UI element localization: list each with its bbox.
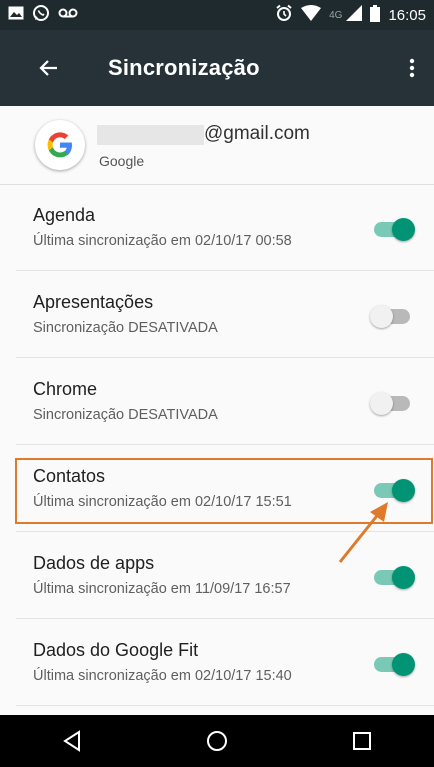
- sync-item-status: Última sincronização em 11/09/17 16:57: [33, 581, 291, 597]
- network-type: 4G: [329, 9, 343, 21]
- sync-item-apresentacoes[interactable]: Apresentações Sincronização DESATIVADA: [0, 272, 434, 358]
- sync-item-name: Chrome: [33, 379, 98, 399]
- sync-toggle[interactable]: [370, 392, 422, 416]
- voicemail-icon: [58, 6, 78, 24]
- battery-icon: [370, 4, 381, 26]
- arrow-back-icon: [39, 60, 57, 76]
- account-type: Google: [99, 153, 145, 169]
- alarm-icon: [275, 4, 293, 26]
- divider: [16, 357, 434, 358]
- navigation-bar: [0, 715, 434, 767]
- sync-toggle[interactable]: [370, 653, 422, 677]
- more-options-button[interactable]: [400, 48, 424, 88]
- redacted-username: [97, 125, 204, 145]
- nav-recents-button[interactable]: [342, 721, 382, 761]
- sync-item-agenda[interactable]: Agenda Última sincronização em 02/10/17 …: [0, 185, 434, 271]
- clock: 16:05: [388, 6, 426, 24]
- sync-toggle[interactable]: [370, 218, 422, 242]
- app-bar: Sincronização: [0, 30, 434, 106]
- signal-icon: [346, 5, 363, 25]
- sync-toggle[interactable]: [370, 305, 422, 329]
- whatsapp-icon: [32, 4, 50, 27]
- nav-home-button[interactable]: [197, 721, 237, 761]
- back-triangle-icon: [63, 730, 81, 752]
- status-bar: 4G 16:05: [0, 0, 434, 30]
- sync-item-name: Apresentações: [33, 292, 154, 312]
- account-email: @gmail.com: [204, 123, 310, 144]
- google-g-icon: [35, 120, 85, 170]
- sync-item-status: Última sincronização em 02/10/17 00:58: [33, 233, 292, 249]
- sync-item-status: Última sincronização em 02/10/17 15:40: [33, 668, 292, 684]
- wifi-icon: [301, 5, 322, 25]
- sync-item-name: Agenda: [33, 205, 96, 225]
- sync-item-chrome[interactable]: Chrome Sincronização DESATIVADA: [0, 359, 434, 445]
- page-title: Sincronização: [108, 55, 260, 80]
- sync-item-status: Sincronização DESATIVADA: [33, 320, 218, 336]
- account-info: @gmail.com Google: [97, 115, 397, 175]
- home-circle-icon: [206, 731, 227, 751]
- divider: [16, 270, 434, 271]
- image-icon: [8, 6, 24, 25]
- account-header: @gmail.com Google: [0, 106, 434, 184]
- annotation-arrow-icon: [338, 502, 388, 563]
- divider: [16, 705, 434, 706]
- recents-square-icon: [352, 732, 371, 750]
- sync-item-status: Sincronização DESATIVADA: [33, 407, 218, 423]
- divider: [16, 444, 434, 445]
- sync-item-name: Dados do Google Fit: [33, 640, 199, 660]
- more-vert-icon: [409, 58, 415, 78]
- sync-item-google-fit[interactable]: Dados do Google Fit Última sincronização…: [0, 620, 434, 706]
- divider: [16, 618, 434, 619]
- back-button[interactable]: [28, 47, 70, 89]
- sync-item-name: Dados de apps: [33, 553, 155, 573]
- nav-back-button[interactable]: [52, 721, 92, 761]
